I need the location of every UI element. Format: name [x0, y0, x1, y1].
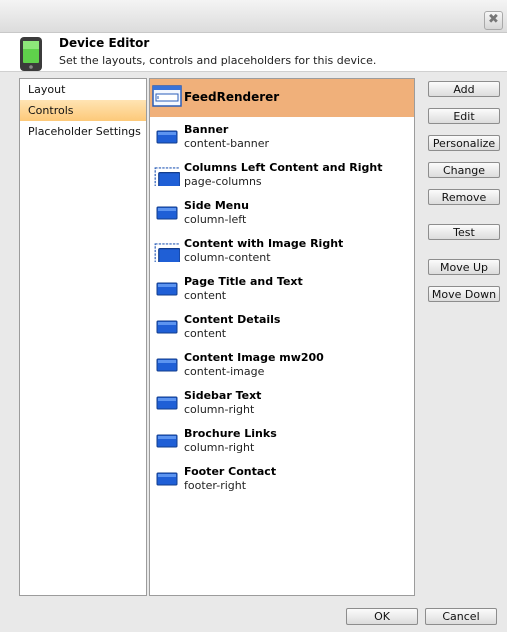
nav-item-layout[interactable]: Layout [20, 79, 146, 100]
list-item-placeholder: content [184, 289, 227, 302]
list-item[interactable]: Content Details content [150, 307, 414, 345]
sublayout-icon [156, 206, 178, 220]
dialog-subtitle: Set the layouts, controls and placeholde… [59, 54, 377, 67]
list-item[interactable]: Side Menu column-left [150, 193, 414, 231]
sublayout-icon [156, 472, 178, 486]
list-item[interactable]: Footer Contact footer-right [150, 459, 414, 497]
controls-list: FeedRenderer Banner content-banner Colum… [149, 78, 415, 596]
list-item[interactable]: Content Image mw200 content-image [150, 345, 414, 383]
list-item-name: Columns Left Content and Right [184, 161, 383, 174]
list-item[interactable]: Sidebar Text column-right [150, 383, 414, 421]
edit-button[interactable]: Edit [428, 108, 500, 124]
list-item-name: Content Details [184, 313, 281, 326]
dialog-header: Device Editor Set the layouts, controls … [0, 33, 507, 72]
personalize-button[interactable]: Personalize [428, 135, 500, 151]
list-item-name: Footer Contact [184, 465, 277, 478]
test-button[interactable]: Test [428, 224, 500, 240]
list-item-placeholder: column-right [184, 441, 255, 454]
title-bar: ✖ [0, 0, 507, 33]
sublayout-icon [156, 396, 178, 410]
sublayout-icon [156, 434, 178, 448]
dialog-title: Device Editor [59, 36, 150, 50]
remove-button[interactable]: Remove [428, 189, 500, 205]
move-up-button[interactable]: Move Up [428, 259, 500, 275]
list-item-placeholder: column-content [184, 251, 271, 264]
move-down-button[interactable]: Move Down [428, 286, 500, 302]
list-item[interactable]: Banner content-banner [150, 117, 414, 155]
mobile-device-icon [20, 37, 42, 71]
rendering-icon [152, 85, 182, 107]
list-item-name: Content with Image Right [184, 237, 344, 250]
section-nav: Layout Controls Placeholder Settings [19, 78, 147, 596]
list-item-placeholder: column-left [184, 213, 247, 226]
list-item-name: Side Menu [184, 199, 249, 212]
add-button[interactable]: Add [428, 81, 500, 97]
list-item[interactable]: Columns Left Content and Right page-colu… [150, 155, 414, 193]
list-item-selected[interactable]: FeedRenderer [150, 79, 414, 117]
cancel-button[interactable]: Cancel [425, 608, 497, 625]
list-item-name: Sidebar Text [184, 389, 262, 402]
sublayout-icon [156, 320, 178, 334]
dashed-sublayout-icon [154, 243, 180, 262]
list-item-placeholder: content-banner [184, 137, 270, 150]
list-item[interactable]: Brochure Links column-right [150, 421, 414, 459]
sublayout-icon [156, 358, 178, 372]
list-item-placeholder: content-image [184, 365, 265, 378]
list-item-name: Page Title and Text [184, 275, 303, 288]
sublayout-icon [156, 130, 178, 144]
ok-button[interactable]: OK [346, 608, 418, 625]
change-button[interactable]: Change [428, 162, 500, 178]
list-item-name: FeedRenderer [184, 90, 280, 104]
nav-item-controls[interactable]: Controls [20, 100, 146, 121]
list-item-name: Brochure Links [184, 427, 277, 440]
list-item-placeholder: content [184, 327, 227, 340]
list-item-placeholder: footer-right [184, 479, 247, 492]
dashed-sublayout-icon [154, 167, 180, 186]
list-item-placeholder: page-columns [184, 175, 262, 188]
list-item[interactable]: Page Title and Text content [150, 269, 414, 307]
list-item-placeholder: column-right [184, 403, 255, 416]
list-item[interactable]: Content with Image Right column-content [150, 231, 414, 269]
close-button[interactable]: ✖ [484, 11, 503, 30]
close-icon: ✖ [488, 12, 499, 27]
sublayout-icon [156, 282, 178, 296]
nav-item-placeholder-settings[interactable]: Placeholder Settings [20, 121, 146, 142]
list-item-name: Banner [184, 123, 229, 136]
list-item-name: Content Image mw200 [184, 351, 324, 364]
